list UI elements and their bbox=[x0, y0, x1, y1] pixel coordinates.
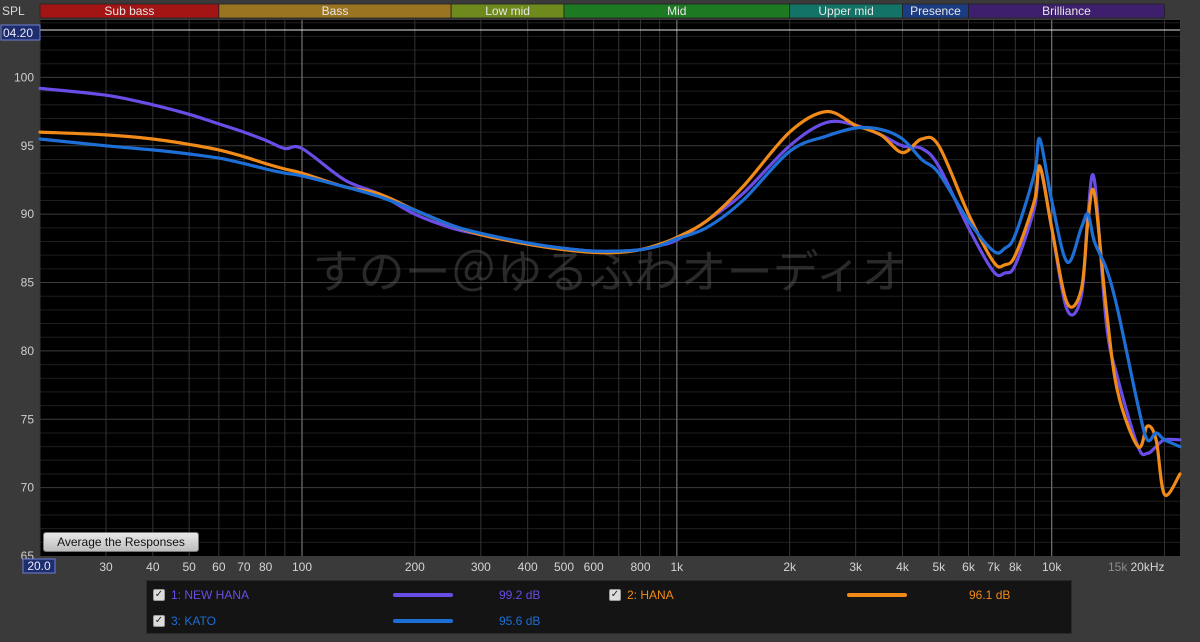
x-tick-label: 2k bbox=[783, 560, 797, 574]
band-label-sub-bass: Sub bass bbox=[104, 4, 154, 18]
x-tick-label: 40 bbox=[146, 560, 160, 574]
x-tick-label: 30 bbox=[99, 560, 113, 574]
band-label-brilliance: Brilliance bbox=[1042, 4, 1091, 18]
cursor-value: 04.20 bbox=[3, 26, 33, 40]
y-axis-label: SPL bbox=[2, 4, 25, 18]
x-tick-label: 3k bbox=[849, 560, 863, 574]
x-tick-label: 15k bbox=[1108, 560, 1128, 574]
checkbox-hana[interactable]: ✓ bbox=[609, 589, 621, 601]
x-tick-label: 7k bbox=[987, 560, 1001, 574]
x-tick-label: 70 bbox=[237, 560, 251, 574]
y-tick-label: 85 bbox=[21, 276, 35, 290]
legend-name-kato: 3: KATO bbox=[171, 614, 216, 628]
band-label-upper-mid: Upper mid bbox=[818, 4, 873, 18]
legend-swatch-kato bbox=[393, 619, 453, 623]
x-tick-label: 500 bbox=[554, 560, 574, 574]
x-tick-label: 20kHz bbox=[1130, 560, 1164, 574]
y-tick-label: 75 bbox=[21, 412, 35, 426]
x-tick-label: 300 bbox=[471, 560, 491, 574]
x-tick-label: 50 bbox=[182, 560, 196, 574]
y-tick-label: 80 bbox=[21, 344, 35, 358]
x-tick-label: 60 bbox=[212, 560, 226, 574]
legend-db-hana: 96.1 dB bbox=[969, 588, 1011, 602]
band-label-presence: Presence bbox=[910, 4, 961, 18]
x-tick-label: 20.0 bbox=[27, 559, 51, 573]
legend-entry-kato[interactable]: ✓ 3: KATO 95.6 dB bbox=[153, 613, 593, 631]
x-tick-label: 80 bbox=[259, 560, 273, 574]
y-tick-label: 90 bbox=[21, 207, 35, 221]
y-tick-label: 70 bbox=[21, 481, 35, 495]
legend-panel: ✓ 1: NEW HANA 99.2 dB ✓ 2: HANA 96.1 dB … bbox=[146, 580, 1072, 634]
x-tick-label: 8k bbox=[1009, 560, 1023, 574]
checkbox-new-hana[interactable]: ✓ bbox=[153, 589, 165, 601]
x-tick-label: 400 bbox=[518, 560, 538, 574]
average-responses-button[interactable]: Average the Responses bbox=[43, 532, 199, 552]
y-tick-label: 95 bbox=[21, 139, 35, 153]
x-tick-label: 5k bbox=[932, 560, 946, 574]
checkbox-kato[interactable]: ✓ bbox=[153, 615, 165, 627]
y-tick-label: 100 bbox=[14, 70, 34, 84]
legend-name-hana: 2: HANA bbox=[627, 588, 674, 602]
band-label-mid: Mid bbox=[667, 4, 686, 18]
x-tick-label: 4k bbox=[896, 560, 910, 574]
band-label-low-mid: Low mid bbox=[485, 4, 530, 18]
legend-name-new-hana: 1: NEW HANA bbox=[171, 588, 250, 602]
x-tick-label: 100 bbox=[292, 560, 312, 574]
legend-swatch-new-hana bbox=[393, 593, 453, 597]
x-tick-label: 200 bbox=[405, 560, 425, 574]
legend-entry-hana[interactable]: ✓ 2: HANA 96.1 dB bbox=[609, 587, 1049, 605]
legend-swatch-hana bbox=[847, 593, 907, 597]
x-tick-label: 1k bbox=[670, 560, 684, 574]
x-tick-label: 800 bbox=[630, 560, 650, 574]
x-tick-label: 6k bbox=[962, 560, 976, 574]
legend-db-kato: 95.6 dB bbox=[499, 614, 541, 628]
legend-entry-new-hana[interactable]: ✓ 1: NEW HANA 99.2 dB bbox=[153, 587, 593, 605]
band-label-bass: Bass bbox=[322, 4, 349, 18]
x-tick-label: 600 bbox=[584, 560, 604, 574]
x-tick-label: 10k bbox=[1042, 560, 1062, 574]
legend-db-new-hana: 99.2 dB bbox=[499, 588, 541, 602]
